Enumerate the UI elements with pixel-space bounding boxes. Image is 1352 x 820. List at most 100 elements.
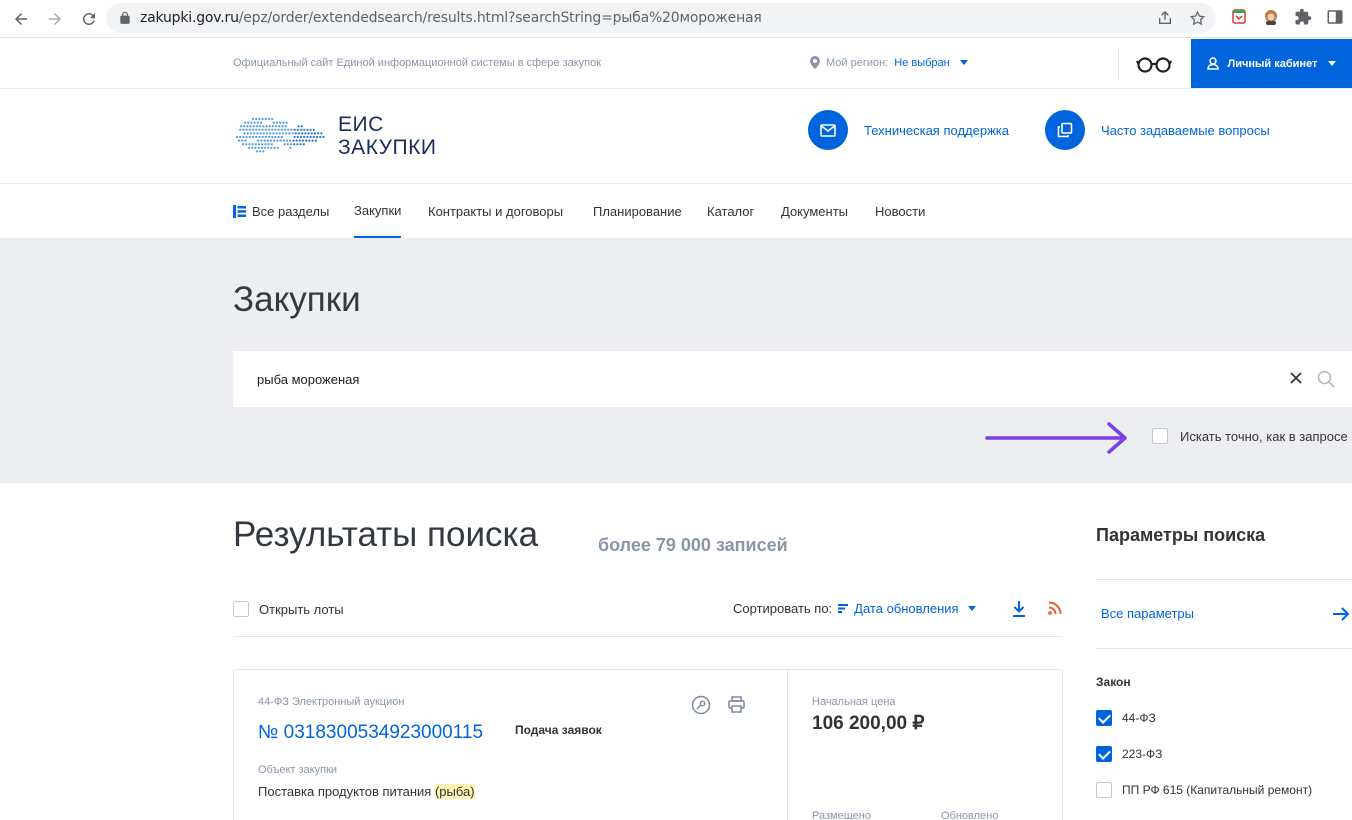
download-icon[interactable] (1011, 600, 1027, 618)
search-input[interactable] (233, 351, 1273, 407)
extension-avatar-icon[interactable] (1262, 8, 1280, 26)
extension-shield-icon[interactable] (1230, 8, 1248, 26)
nav-news[interactable]: Новости (875, 184, 925, 238)
card-divider (787, 670, 788, 820)
procurement-number-link[interactable]: № 0318300534923000115 (258, 722, 483, 744)
lock-icon (120, 11, 130, 24)
url-host: zakupki.gov.ru (140, 10, 239, 26)
all-params-link[interactable]: Все параметры (1101, 606, 1194, 621)
sort-dropdown[interactable]: Дата обновления (854, 601, 976, 616)
price-label: Начальная цена (812, 696, 896, 708)
logo-line-zakupki: ЗАКУПКИ (338, 136, 437, 159)
faq-link[interactable]: Часто задаваемые вопросы (1045, 110, 1270, 150)
law-44fz-label: 44-ФЗ (1122, 711, 1156, 725)
bookmark-star-icon[interactable] (1188, 9, 1206, 27)
updated-label: Обновлено (941, 810, 999, 820)
print-icon[interactable] (727, 695, 746, 714)
main-navigation: Все разделы Закупки Контракты и договоры… (0, 184, 1352, 238)
official-site-text: Официальный сайт Единой информационной с… (233, 57, 602, 69)
law-223fz-label: 223-ФЗ (1122, 747, 1163, 761)
top-strip: Официальный сайт Единой информационной с… (0, 39, 1352, 89)
chevron-down-icon (1328, 61, 1337, 66)
region-value[interactable]: Не выбран (894, 57, 949, 69)
open-lots-checkbox[interactable] (233, 601, 249, 617)
divider (1096, 579, 1352, 580)
open-lots-option[interactable]: Открыть лоты (233, 601, 344, 617)
region-selector[interactable]: Мой регион: Не выбран (810, 56, 968, 69)
sections-grid-icon (233, 204, 246, 218)
arrow-right-icon[interactable] (1332, 605, 1350, 623)
exact-search-label: Искать точно, как в запросе (1180, 428, 1348, 444)
chevron-down-icon (959, 60, 968, 65)
result-card[interactable]: 44-ФЗ Электронный аукцион № 031830053492… (233, 669, 1063, 820)
sort-label: Сортировать по: (733, 601, 833, 616)
eis-logo-map-icon[interactable] (233, 111, 331, 161)
search-params-title: Параметры поиска (1096, 525, 1266, 545)
nav-zakupki[interactable]: Закупки (354, 184, 402, 238)
nav-all-sections[interactable]: Все разделы (233, 184, 329, 238)
site-header: ЕИС ЗАКУПКИ Техническая поддержка Часто … (0, 89, 1352, 184)
share-icon[interactable] (1156, 9, 1174, 27)
annotation-arrow-icon (985, 422, 1127, 454)
results-title: Результаты поиска (233, 515, 539, 554)
price-value: 106 200,00 ₽ (812, 713, 925, 734)
personal-cabinet-label: Личный кабинет (1227, 57, 1318, 70)
law-44fz-checkbox[interactable] (1096, 710, 1112, 726)
page-title: Закупки (233, 280, 361, 319)
object-text: Поставка продуктов питания (рыба) (258, 784, 475, 799)
placed-label: Размещено (812, 810, 871, 820)
search-icon[interactable] (1316, 369, 1336, 389)
browser-toolbar: zakupki.gov.ru/epz/order/extendedsearch/… (0, 0, 1352, 38)
close-icon[interactable] (1288, 370, 1304, 386)
location-pin-icon (810, 56, 820, 69)
tech-support-label: Техническая поддержка (864, 122, 1009, 138)
faq-label: Часто задаваемые вопросы (1101, 122, 1270, 138)
exact-search-option[interactable]: Искать точно, как в запросе (1152, 428, 1348, 444)
region-label: Мой регион: (826, 56, 889, 69)
divider (1096, 648, 1352, 649)
open-lots-label: Открыть лоты (259, 601, 344, 617)
nav-catalog[interactable]: Каталог (707, 184, 754, 238)
law-filter-223fz[interactable]: 223-ФЗ (1096, 746, 1162, 762)
address-bar[interactable]: zakupki.gov.ru/epz/order/extendedsearch/… (106, 3, 1216, 33)
rss-icon[interactable] (1048, 601, 1062, 615)
procurement-status: Подача заявок (515, 723, 602, 737)
url-text: zakupki.gov.ru/epz/order/extendedsearch/… (140, 10, 762, 26)
eis-logo-text[interactable]: ЕИС ЗАКУПКИ (338, 113, 436, 159)
key-icon[interactable] (691, 695, 711, 715)
nav-planning[interactable]: Планирование (593, 184, 682, 238)
mail-icon (808, 110, 848, 150)
back-icon[interactable] (10, 8, 32, 30)
sort-value-label: Дата обновления (854, 601, 959, 616)
accessibility-glasses-icon[interactable] (1136, 54, 1172, 74)
law-filter-title: Закон (1096, 675, 1131, 689)
exact-search-checkbox[interactable] (1152, 428, 1168, 444)
object-text-main: Поставка продуктов питания (258, 784, 435, 799)
law-223fz-checkbox[interactable] (1096, 746, 1112, 762)
results-count: более 79 000 записей (598, 535, 788, 555)
procurement-type: 44-ФЗ Электронный аукцион (258, 696, 405, 708)
logo-line-eis: ЕИС (338, 113, 384, 136)
law-filter-44fz[interactable]: 44-ФЗ (1096, 710, 1156, 726)
object-label: Объект закупки (258, 764, 338, 776)
law-pp615-checkbox[interactable] (1096, 782, 1112, 798)
results-toolbar: Открыть лоты Сортировать по: Дата обновл… (233, 590, 1063, 637)
nav-contracts[interactable]: Контракты и договоры (428, 184, 563, 238)
reload-icon[interactable] (78, 8, 100, 30)
nav-all-sections-label: Все разделы (252, 203, 330, 219)
chevron-down-icon (967, 606, 976, 611)
side-panel-icon[interactable] (1326, 8, 1344, 26)
tech-support-link[interactable]: Техническая поддержка (808, 110, 1009, 150)
personal-cabinet-button[interactable]: Личный кабинет (1191, 39, 1352, 88)
law-pp615-label: ПП РФ 615 (Капитальный ремонт) (1122, 783, 1313, 797)
law-filter-pp615[interactable]: ПП РФ 615 (Капитальный ремонт) (1096, 782, 1312, 798)
divider (1118, 47, 1119, 81)
search-box (233, 351, 1352, 407)
nav-documents[interactable]: Документы (781, 184, 848, 238)
url-path: /epz/order/extendedsearch/results.html?s… (238, 10, 762, 26)
search-section: Закупки Искать точно, как в запросе (0, 238, 1352, 483)
object-highlight: (рыба) (434, 784, 475, 799)
forward-icon[interactable] (44, 8, 66, 30)
sort-control: Сортировать по: Дата обновления (733, 601, 976, 616)
extensions-puzzle-icon[interactable] (1294, 8, 1312, 26)
